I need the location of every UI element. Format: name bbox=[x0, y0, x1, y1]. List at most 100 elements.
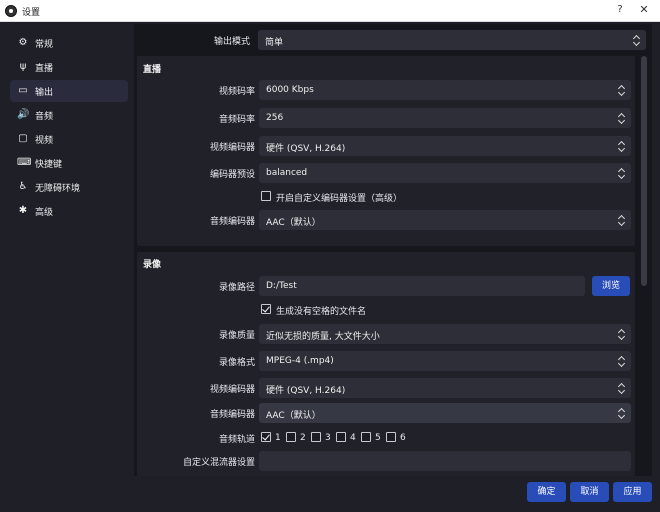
recording-path-label: 录像路径 bbox=[218, 283, 255, 293]
rec-audio-encoder-value: AAC（默认） bbox=[266, 411, 321, 421]
rec-audio-encoder-select[interactable]: AAC（默认） bbox=[259, 403, 631, 423]
audio-track-1-label: 1 bbox=[275, 433, 281, 443]
audio-track-1-checkbox[interactable] bbox=[261, 432, 271, 442]
window-title: 设置 bbox=[22, 8, 41, 18]
keyboard-icon: ⌨ bbox=[17, 157, 32, 168]
sidebar-item-advanced[interactable]: ✱ 高级 bbox=[10, 200, 128, 222]
video-bitrate-spinbox[interactable]: 6000 Kbps bbox=[259, 80, 631, 100]
stream-audio-encoder-label: 音频编码器 bbox=[209, 217, 255, 227]
sidebar-item-audio[interactable]: 🔊 音频 bbox=[10, 104, 128, 126]
video-encoder-label: 视频编码器 bbox=[209, 143, 255, 153]
video-bitrate-value: 6000 Kbps bbox=[266, 85, 314, 95]
updown-arrow-icon bbox=[619, 355, 625, 367]
sidebar-item-output[interactable]: ▭ 输出 bbox=[10, 80, 128, 102]
audio-track-3-checkbox[interactable] bbox=[311, 432, 321, 442]
help-button[interactable]: ? bbox=[612, 3, 628, 17]
encoder-preset-value: balanced bbox=[266, 168, 308, 178]
video-encoder-select[interactable]: 硬件 (QSV, H.264) bbox=[259, 136, 631, 156]
rec-video-encoder-select[interactable]: 硬件 (QSV, H.264) bbox=[259, 378, 631, 398]
output-mode-label: 输出模式 bbox=[213, 37, 250, 47]
stream-audio-encoder-select[interactable]: AAC（默认） bbox=[259, 210, 631, 230]
no-space-filename-checkbox[interactable] bbox=[261, 304, 271, 314]
audio-bitrate-value: 256 bbox=[266, 113, 284, 123]
video-bitrate-label: 视频码率 bbox=[218, 87, 255, 97]
rec-video-encoder-value: 硬件 (QSV, H.264) bbox=[266, 386, 346, 396]
encoder-preset-select[interactable]: balanced bbox=[259, 163, 631, 183]
ok-button[interactable]: 确定 bbox=[527, 482, 566, 502]
vertical-scrollbar[interactable] bbox=[640, 56, 648, 474]
updown-arrow-icon bbox=[634, 34, 640, 46]
updown-arrow-icon bbox=[619, 167, 625, 179]
audio-track-2-checkbox[interactable] bbox=[286, 432, 296, 442]
streaming-group-title: 直播 bbox=[143, 65, 162, 75]
sidebar-item-label: 视频 bbox=[35, 136, 54, 146]
stream-audio-encoder-value: AAC（默认） bbox=[266, 218, 321, 228]
recording-format-label: 录像格式 bbox=[218, 358, 255, 368]
recording-format-value: MPEG-4 (.mp4) bbox=[266, 356, 334, 366]
recording-group-title: 录像 bbox=[143, 260, 162, 270]
scrollbar-thumb[interactable] bbox=[641, 56, 647, 286]
spin-arrows-icon bbox=[619, 84, 625, 96]
rec-video-encoder-label: 视频编码器 bbox=[209, 385, 255, 395]
audio-tracks-label: 音频轨道 bbox=[218, 435, 255, 445]
audio-track-5-checkbox[interactable] bbox=[361, 432, 371, 442]
sidebar-item-accessibility[interactable]: ♿ 无障碍环境 bbox=[10, 176, 128, 198]
updown-arrow-icon bbox=[619, 112, 625, 124]
updown-arrow-icon bbox=[619, 214, 625, 226]
output-mode-value: 简单 bbox=[265, 38, 284, 48]
sidebar-item-label: 输出 bbox=[35, 88, 54, 98]
antenna-icon: ψ bbox=[19, 61, 27, 72]
custom-encoder-label: 开启自定义编码器设置（高级） bbox=[276, 194, 403, 204]
updown-arrow-icon bbox=[619, 382, 625, 394]
recording-quality-select[interactable]: 近似无损的质量, 大文件大小 bbox=[259, 324, 631, 344]
audio-bitrate-label: 音频码率 bbox=[218, 115, 255, 125]
obs-logo-icon bbox=[5, 5, 17, 17]
recording-path-value: D:/Test bbox=[266, 281, 297, 291]
updown-arrow-icon bbox=[619, 407, 625, 419]
recording-quality-value: 近似无损的质量, 大文件大小 bbox=[266, 332, 380, 342]
audio-bitrate-select[interactable]: 256 bbox=[259, 108, 631, 128]
updown-arrow-icon bbox=[619, 328, 625, 340]
recording-format-select[interactable]: MPEG-4 (.mp4) bbox=[259, 351, 631, 371]
sidebar-item-video[interactable]: ▢ 视频 bbox=[10, 128, 128, 150]
updown-arrow-icon bbox=[619, 140, 625, 152]
sidebar-item-label: 高级 bbox=[35, 208, 54, 218]
sidebar-item-label: 音频 bbox=[35, 112, 54, 122]
muxer-settings-input[interactable] bbox=[259, 451, 631, 471]
monitor-icon: ▢ bbox=[18, 133, 28, 144]
sidebar-item-label: 直播 bbox=[35, 64, 54, 74]
close-button[interactable]: ✕ bbox=[636, 3, 652, 17]
speaker-icon: 🔊 bbox=[17, 109, 30, 120]
sidebar-item-label: 无障碍环境 bbox=[35, 184, 81, 194]
audio-track-2-label: 2 bbox=[300, 433, 306, 443]
accessibility-icon: ♿ bbox=[18, 181, 28, 192]
recording-quality-label: 录像质量 bbox=[218, 331, 255, 341]
sidebar-item-general[interactable]: ⚙ 常规 bbox=[10, 32, 128, 54]
sidebar-item-label: 常规 bbox=[35, 40, 54, 50]
tools-icon: ✱ bbox=[18, 205, 28, 216]
title-bar: 设置 ? ✕ bbox=[0, 0, 660, 22]
custom-encoder-checkbox[interactable] bbox=[261, 191, 271, 201]
sidebar-item-hotkeys[interactable]: ⌨ 快捷键 bbox=[10, 152, 128, 174]
audio-track-6-label: 6 bbox=[400, 433, 406, 443]
recording-group: 录像 录像路径 D:/Test 浏览 生成没有空格的文件名 录像质量 近似无损的… bbox=[137, 252, 635, 476]
video-encoder-value: 硬件 (QSV, H.264) bbox=[266, 144, 346, 154]
no-space-filename-label: 生成没有空格的文件名 bbox=[276, 307, 367, 317]
cancel-button[interactable]: 取消 bbox=[570, 482, 609, 502]
output-mode-select[interactable]: 简单 bbox=[258, 30, 646, 50]
gear-icon: ⚙ bbox=[18, 37, 28, 48]
audio-track-4-checkbox[interactable] bbox=[336, 432, 346, 442]
streaming-group: 直播 视频码率 6000 Kbps 音频码率 256 视频编码器 硬件 (QSV… bbox=[137, 56, 635, 246]
output-icon: ▭ bbox=[18, 85, 28, 96]
audio-track-6-checkbox[interactable] bbox=[386, 432, 396, 442]
sidebar-item-stream[interactable]: ψ 直播 bbox=[10, 56, 128, 78]
output-settings-panel: 输出模式 简单 直播 视频码率 6000 Kbps 音频码率 256 视频编码器… bbox=[134, 24, 652, 476]
audio-track-4-label: 4 bbox=[350, 433, 356, 443]
muxer-settings-label: 自定义混流器设置 bbox=[182, 458, 255, 468]
rec-audio-encoder-label: 音频编码器 bbox=[209, 410, 255, 420]
sidebar-item-label: 快捷键 bbox=[35, 160, 63, 170]
browse-button[interactable]: 浏览 bbox=[592, 276, 630, 296]
recording-path-input[interactable]: D:/Test bbox=[259, 276, 585, 296]
apply-button[interactable]: 应用 bbox=[613, 482, 652, 502]
settings-sidebar: ⚙ 常规 ψ 直播 ▭ 输出 🔊 音频 ▢ 视频 ⌨ 快捷键 ♿ 无障碍环境 ✱… bbox=[6, 28, 130, 476]
